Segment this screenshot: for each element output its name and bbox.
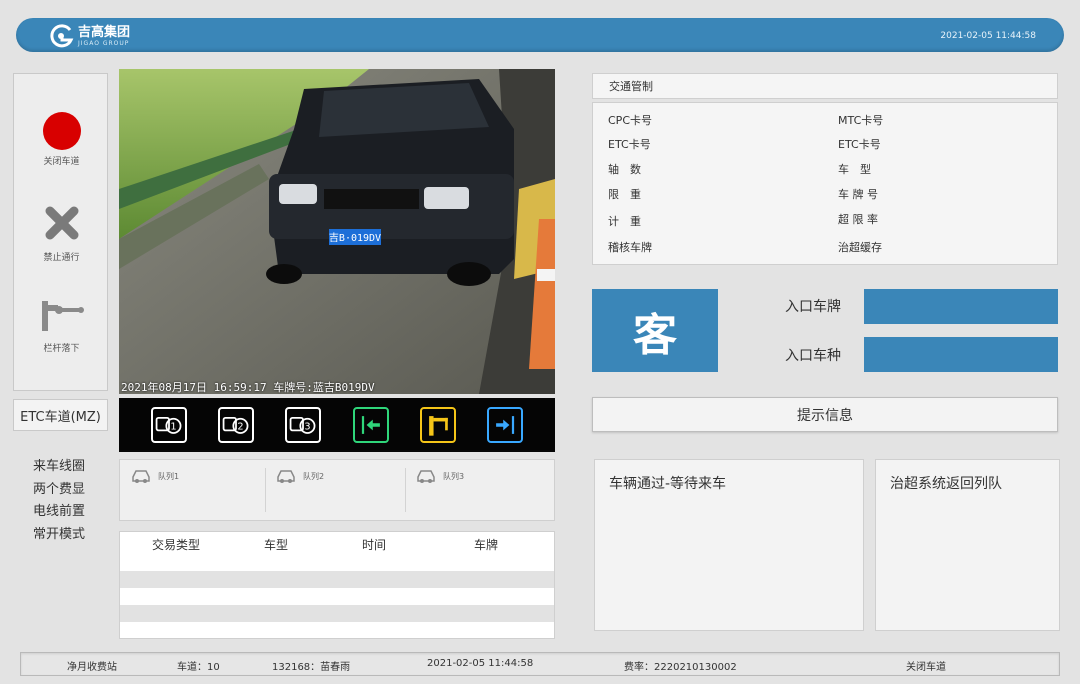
- close-lane-button[interactable]: 关闭车道: [14, 112, 109, 167]
- lane-state: 关闭车道: [906, 662, 946, 673]
- entry-type-label: 入口车种: [785, 348, 841, 364]
- queue-divider: [405, 468, 406, 512]
- entry-plate-label: 入口车牌: [785, 299, 841, 315]
- lane-number: 车道：10: [177, 662, 220, 673]
- svg-text:1: 1: [170, 421, 176, 432]
- station-name: 净月收费站: [67, 662, 117, 673]
- vehicle-3-icon: 3: [289, 417, 316, 434]
- field-label: 治超缓存: [838, 241, 882, 254]
- mode-item: 电线前置: [33, 504, 86, 519]
- column-header: 时间: [362, 538, 387, 552]
- field-label: 稽核车牌: [608, 241, 652, 254]
- queue-label: 队列2: [303, 471, 325, 481]
- vehicle-1-icon: 1: [155, 417, 182, 434]
- traffic-info-panel: CPC卡号 ETC卡号 轴 数 限 重 计 重 稽核车牌 MTC卡号 ETC卡号…: [592, 102, 1058, 265]
- field-label: ETC卡号: [838, 138, 881, 151]
- status-bar: 净月收费站 车道：10 132168：苗春雨 2021-02-05 11:44:…: [20, 652, 1060, 676]
- forbid-pass-label: 禁止通行: [43, 253, 80, 263]
- queue-item-3[interactable]: 队列3: [415, 468, 464, 484]
- queue-item-2[interactable]: 队列2: [275, 468, 324, 484]
- table-row[interactable]: [120, 554, 554, 571]
- field-label: 限 重: [608, 188, 641, 201]
- vehicle-2-button[interactable]: 2: [218, 407, 254, 443]
- barrier-down-label: 栏杆落下: [43, 344, 80, 354]
- plate-text: 吉B·019DV: [329, 232, 381, 244]
- camera-view: 吉B·019DV: [119, 69, 555, 394]
- mode-list: 来车线圈 两个费显 电线前置 常开模式: [33, 456, 85, 546]
- vehicle-class-badge: 客: [592, 289, 718, 372]
- logo-text-cn: 吉高集团: [78, 24, 131, 40]
- queue-item-1[interactable]: 队列1: [130, 468, 179, 484]
- camera-toolbar: 1 2 3: [119, 398, 555, 452]
- table-row[interactable]: [120, 622, 554, 639]
- mode-item: 来车线圈: [33, 459, 86, 474]
- rate-info: 费率：2220210130002: [624, 662, 737, 673]
- exit-left-icon: [361, 416, 380, 434]
- traffic-control-title: 交通管制: [592, 73, 1058, 99]
- queue-divider: [265, 468, 266, 512]
- forbid-pass-button[interactable]: 禁止通行: [14, 204, 109, 263]
- field-label: 计 重: [608, 215, 641, 228]
- column-header: 交易类型: [152, 538, 201, 552]
- barrier-down-button[interactable]: 栏杆落下: [14, 299, 109, 354]
- lane-name-label: ETC车道(MZ): [13, 399, 108, 431]
- field-label: 轴 数: [608, 163, 641, 176]
- logo-mark-icon: [50, 24, 74, 48]
- close-lane-icon: [42, 112, 81, 150]
- queue-panel: 队列1 队列2 队列3: [119, 459, 555, 521]
- barrier-lift-icon: [429, 416, 448, 436]
- column-header: 车型: [264, 538, 289, 552]
- svg-text:3: 3: [304, 421, 310, 432]
- status-message-box: 车辆通过-等待来车: [594, 459, 864, 631]
- mode-item: 常开模式: [33, 526, 86, 542]
- status-message: 车辆通过-等待来车: [609, 476, 727, 492]
- lane-control-panel: 关闭车道 禁止通行 栏杆落下: [13, 73, 108, 391]
- overload-message-box: 治超系统返回列队: [875, 459, 1060, 631]
- barrier-gate-icon: [41, 301, 84, 331]
- vehicle-2-icon: 2: [222, 417, 249, 434]
- enter-right-icon: [496, 416, 515, 434]
- mode-item: 两个费显: [33, 481, 86, 497]
- camera-overlay-text: 2021年08月17日 16:59:17 车牌号:蓝吉B019DV: [121, 381, 375, 394]
- queue-label: 队列3: [443, 471, 465, 481]
- operator-info: 132168：苗春雨: [272, 662, 351, 673]
- close-lane-label: 关闭车道: [43, 157, 80, 167]
- tips-button[interactable]: 提示信息: [592, 397, 1058, 432]
- table-row[interactable]: [120, 571, 554, 588]
- company-logo: 吉高集团 JIGAO GROUP: [48, 24, 148, 48]
- car-icon: [417, 470, 435, 483]
- svg-text:2: 2: [237, 421, 243, 432]
- entry-plate-field: [864, 289, 1058, 324]
- header-bar: [16, 18, 1064, 52]
- overload-message: 治超系统返回列队: [890, 476, 1002, 492]
- field-label: 车 型: [838, 163, 871, 176]
- entry-type-field: [864, 337, 1058, 372]
- field-label: MTC卡号: [838, 114, 884, 127]
- forbid-x-icon: [45, 206, 78, 240]
- camera-frame-image: 吉B·019DV: [119, 69, 555, 394]
- table-row[interactable]: [120, 588, 554, 605]
- exit-left-button[interactable]: [353, 407, 389, 443]
- vehicle-1-button[interactable]: 1: [151, 407, 187, 443]
- table-header: 交易类型 车型 时间 车牌: [120, 532, 554, 554]
- queue-label: 队列1: [158, 471, 180, 481]
- enter-right-button[interactable]: [487, 407, 523, 443]
- field-label: 车 牌 号: [838, 188, 878, 201]
- table-row[interactable]: [120, 605, 554, 622]
- field-label: CPC卡号: [608, 114, 652, 127]
- car-icon: [277, 470, 295, 483]
- column-header: 车牌: [474, 538, 499, 552]
- status-datetime: 2021-02-05 11:44:58: [427, 658, 534, 669]
- field-label: 超 限 率: [838, 213, 878, 226]
- vehicle-3-button[interactable]: 3: [285, 407, 321, 443]
- barrier-toggle-button[interactable]: [420, 407, 456, 443]
- field-label: ETC卡号: [608, 138, 651, 151]
- car-icon: [132, 470, 150, 483]
- header-datetime: 2021-02-05 11:44:58: [940, 31, 1036, 41]
- logo-text-en: JIGAO GROUP: [78, 39, 130, 47]
- transaction-table: 交易类型 车型 时间 车牌: [119, 531, 555, 639]
